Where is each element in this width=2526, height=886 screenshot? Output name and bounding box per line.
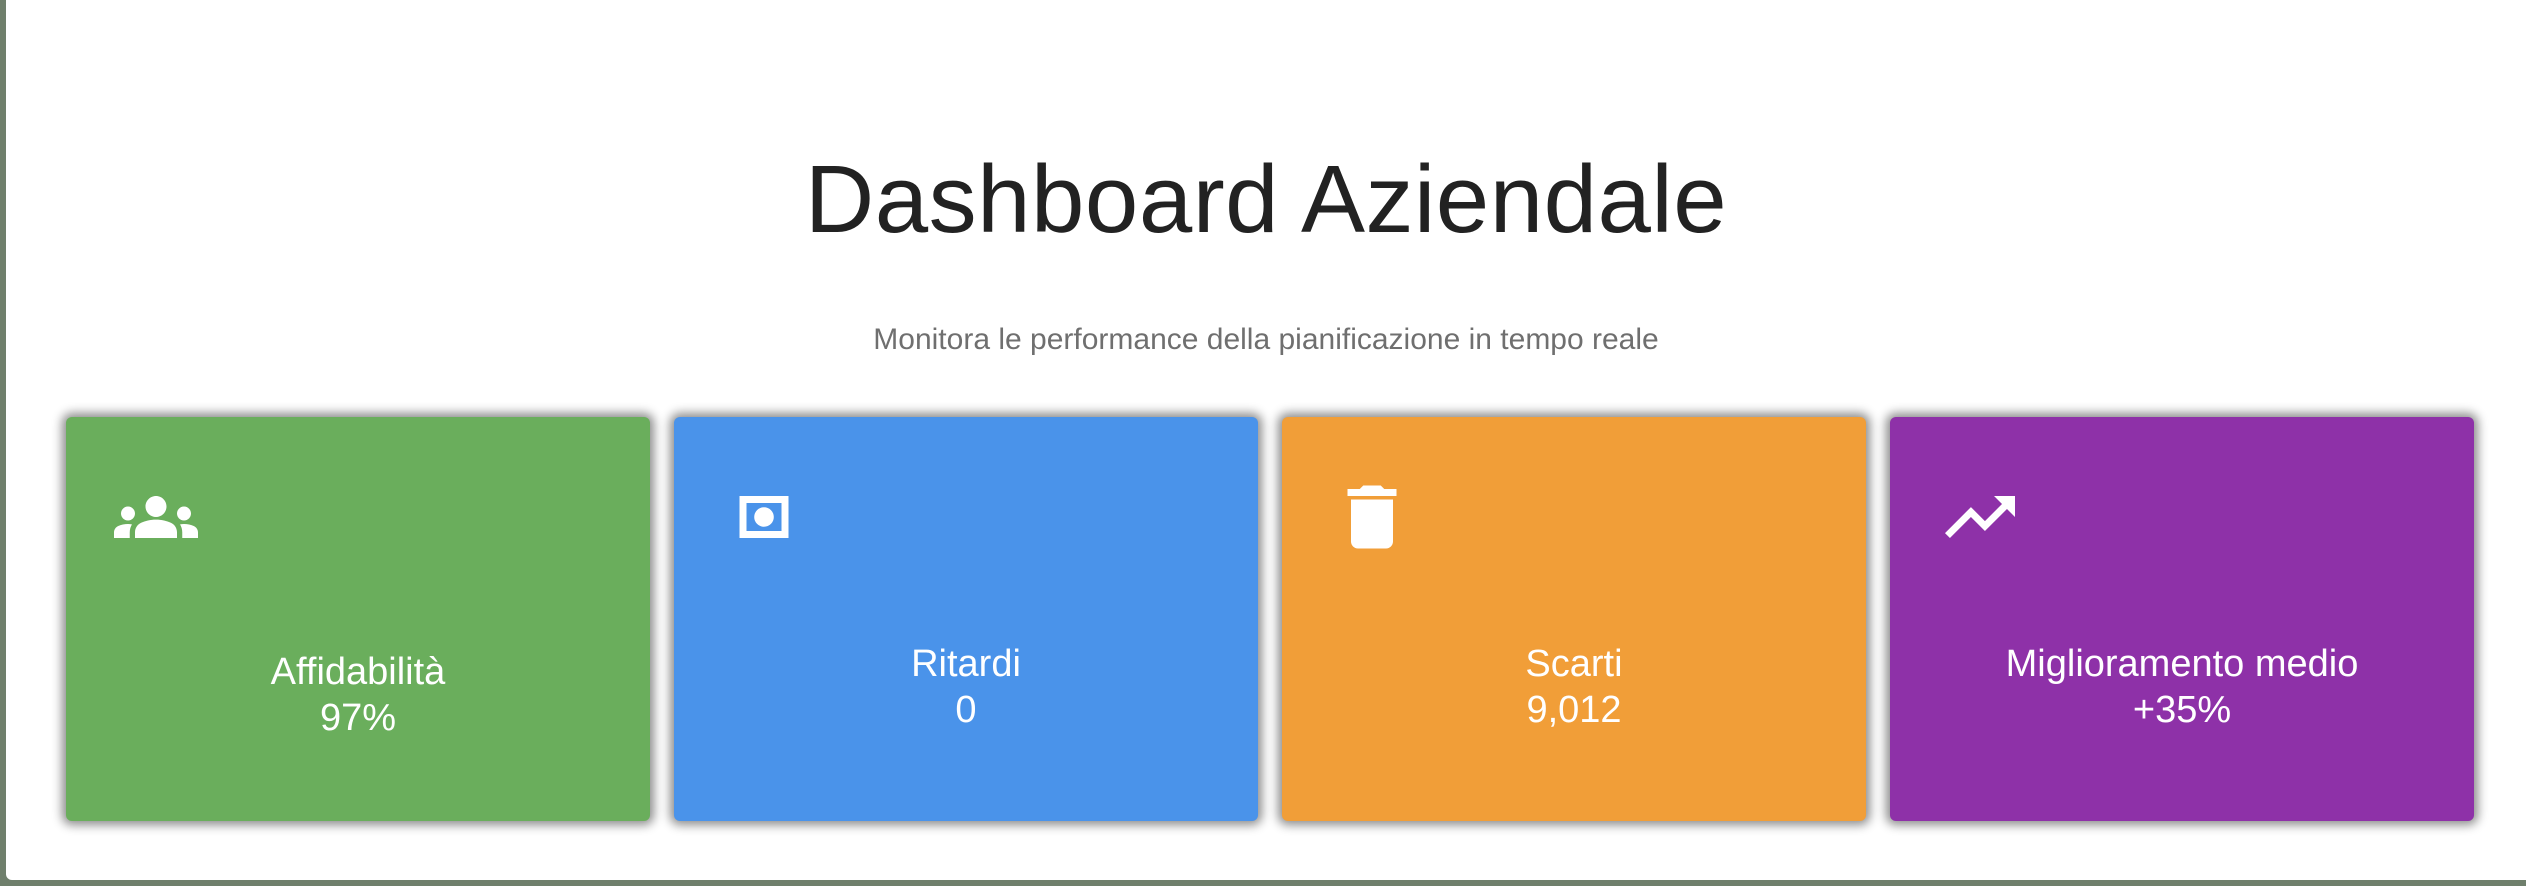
- card-value: 0: [955, 689, 977, 731]
- money-icon: [722, 475, 806, 559]
- page-title: Dashboard Aziendale: [804, 146, 1728, 253]
- card-ritardi[interactable]: Ritardi 0: [674, 417, 1258, 821]
- dashboard-window: Dashboard Aziendale Monitora le performa…: [6, 0, 2526, 880]
- card-label: Affidabilità: [270, 651, 446, 693]
- group-icon: [114, 475, 198, 559]
- card-label: Miglioramento medio: [2005, 643, 2359, 685]
- card-affidabilita[interactable]: Affidabilità 97%: [66, 417, 650, 821]
- trash-icon: [1330, 475, 1414, 559]
- card-miglioramento[interactable]: Miglioramento medio +35%: [1890, 417, 2474, 821]
- trending-up-icon: [1938, 475, 2022, 559]
- kpi-cards: Affidabilità 97% Ritardi 0 Scarti 9,012: [66, 417, 2476, 821]
- card-value: 9,012: [1526, 689, 1622, 731]
- card-value: 97%: [319, 697, 397, 739]
- card-value: +35%: [2132, 689, 2232, 731]
- card-label: Scarti: [1525, 643, 1623, 685]
- card-label: Ritardi: [911, 643, 1021, 685]
- page-subtitle: Monitora le performance della pianificaz…: [873, 323, 1659, 356]
- card-scarti[interactable]: Scarti 9,012: [1282, 417, 1866, 821]
